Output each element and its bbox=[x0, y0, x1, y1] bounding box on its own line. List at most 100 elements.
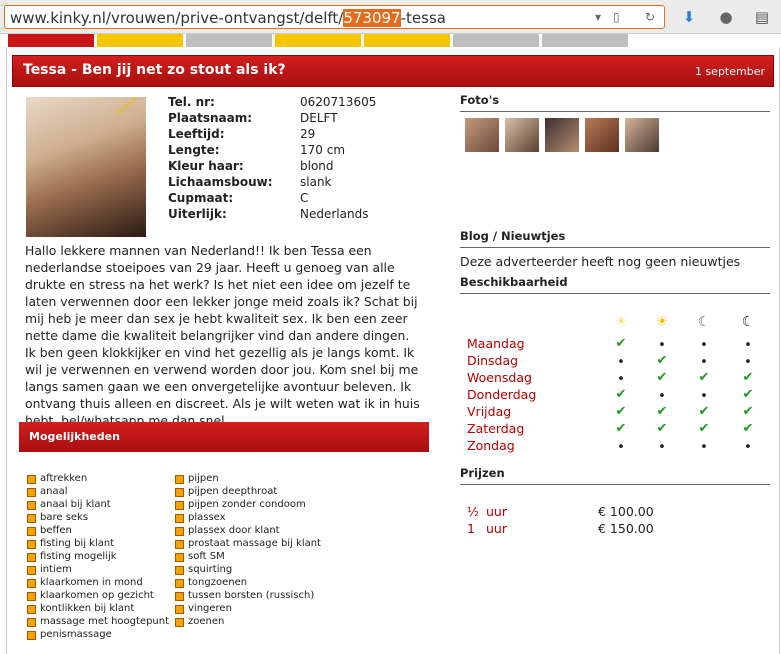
profile-key: Kleur haar: bbox=[168, 159, 244, 173]
mogelijkheid-item: plassex bbox=[174, 511, 321, 524]
mogelijkheid-item: fisting mogelijk bbox=[26, 550, 169, 563]
day-label: Zondag bbox=[467, 438, 515, 453]
thumbnail[interactable] bbox=[505, 118, 539, 152]
available-check-icon: ✔ bbox=[615, 404, 627, 419]
unavailable-dot-icon: • bbox=[617, 355, 625, 370]
category-tab[interactable] bbox=[97, 34, 183, 47]
reload-icon[interactable]: ↻ bbox=[645, 10, 655, 24]
mogelijkheid-item: tussen borsten (russisch) bbox=[174, 589, 321, 602]
profile-row: Lengte: 170 cm bbox=[168, 142, 428, 158]
mogelijkheid-item: massage met hoogtepunt bbox=[26, 615, 169, 628]
download-icon[interactable]: ⬇ bbox=[679, 7, 699, 27]
profile-value: blond bbox=[300, 159, 334, 173]
thumbnail[interactable] bbox=[465, 118, 499, 152]
category-tab[interactable] bbox=[542, 34, 628, 47]
reader-view-icon[interactable]: ▯ bbox=[613, 10, 620, 24]
day-label: Maandag bbox=[467, 336, 525, 351]
profile-key: Lengte: bbox=[168, 143, 220, 157]
unavailable-dot-icon: • bbox=[744, 338, 752, 353]
divider bbox=[460, 484, 770, 485]
day-label: Donderdag bbox=[467, 387, 537, 402]
evening-moon-icon: ☾ bbox=[697, 314, 711, 330]
profile-value: DELFT bbox=[300, 111, 338, 125]
unavailable-dot-icon: • bbox=[658, 338, 666, 353]
mogelijkheid-item: klaarkomen in mond bbox=[26, 576, 169, 589]
mogelijkheid-item: klaarkomen op gezicht bbox=[26, 589, 169, 602]
thumbnail[interactable] bbox=[585, 118, 619, 152]
mogelijkheid-item: tongzoenen bbox=[174, 576, 321, 589]
mogelijkheid-item: fisting bij klant bbox=[26, 537, 169, 550]
mogelijkheid-item: penismassage bbox=[26, 628, 169, 641]
unavailable-dot-icon: • bbox=[617, 440, 625, 455]
price-amount: € 100.00 bbox=[598, 504, 654, 519]
category-tab[interactable] bbox=[186, 34, 272, 47]
available-check-icon: ✔ bbox=[698, 370, 710, 385]
browser-toolbar: www.kinky.nl/vrouwen/prive-ontvangst/del… bbox=[0, 0, 781, 34]
profile-row: Lichaamsbouw: slank bbox=[168, 174, 428, 190]
ad-header: Tessa - Ben jij net zo stout als ik? 1 s… bbox=[12, 55, 774, 87]
unavailable-dot-icon: • bbox=[617, 372, 625, 387]
available-check-icon: ✔ bbox=[742, 421, 754, 436]
profile-row: Uiterlijk: Nederlands bbox=[168, 206, 428, 222]
available-check-icon: ✔ bbox=[656, 404, 668, 419]
price-quantity: 1 bbox=[467, 521, 475, 536]
profile-key: Tel. nr: bbox=[168, 95, 215, 109]
clipboard-icon[interactable]: ▤ bbox=[752, 7, 772, 27]
mogelijkheid-item: anaal bbox=[26, 485, 169, 498]
available-check-icon: ✔ bbox=[698, 421, 710, 436]
available-check-icon: ✔ bbox=[656, 353, 668, 368]
addon-icon[interactable]: ● bbox=[716, 7, 736, 27]
divider bbox=[460, 247, 770, 248]
photos-title: Foto's bbox=[460, 93, 500, 107]
price-unit: uur bbox=[486, 521, 507, 536]
available-check-icon: ✔ bbox=[656, 370, 668, 385]
url-bar[interactable]: www.kinky.nl/vrouwen/prive-ontvangst/del… bbox=[4, 5, 665, 29]
morning-sun-icon: ☀ bbox=[614, 314, 628, 330]
available-check-icon: ✔ bbox=[742, 387, 754, 402]
mogelijkheid-item: plassex door klant bbox=[174, 524, 321, 537]
price-quantity: ½ bbox=[467, 504, 480, 519]
unavailable-dot-icon: • bbox=[700, 338, 708, 353]
unavailable-dot-icon: • bbox=[700, 355, 708, 370]
dropdown-arrow-icon[interactable]: ▾ bbox=[595, 10, 601, 24]
mogelijkheid-item: pijpen bbox=[174, 472, 321, 485]
mogelijkheid-item: soft SM bbox=[174, 550, 321, 563]
unavailable-dot-icon: • bbox=[700, 389, 708, 404]
thumbnail[interactable] bbox=[625, 118, 659, 152]
profile-value: Nederlands bbox=[300, 207, 369, 221]
price-amount: € 150.00 bbox=[598, 521, 654, 536]
mogelijkheid-item: squirting bbox=[174, 563, 321, 576]
category-tab[interactable] bbox=[8, 34, 94, 47]
mogelijkheid-item: aftrekken bbox=[26, 472, 169, 485]
profile-row: Kleur haar: blond bbox=[168, 158, 428, 174]
profile-value: 170 cm bbox=[300, 143, 346, 157]
available-check-icon: ✔ bbox=[742, 370, 754, 385]
day-label: Dinsdag bbox=[467, 353, 519, 368]
profile-value: 0620713605 bbox=[300, 95, 377, 109]
mogelijkheid-item: beffen bbox=[26, 524, 169, 537]
profile-value: 29 bbox=[300, 127, 316, 141]
category-tab[interactable] bbox=[453, 34, 539, 47]
unavailable-dot-icon: • bbox=[658, 440, 666, 455]
mogelijkheden-header: Mogelijkheden bbox=[19, 422, 429, 452]
profile-photo[interactable]: Kinky.nl bbox=[26, 97, 146, 237]
category-tab[interactable] bbox=[364, 34, 450, 47]
url-text: www.kinky.nl/vrouwen/prive-ontvangst/del… bbox=[10, 9, 446, 27]
thumbnail[interactable] bbox=[545, 118, 579, 152]
available-check-icon: ✔ bbox=[615, 336, 627, 351]
description: Hallo lekkere mannen van Nederland!! Ik … bbox=[25, 243, 420, 428]
profile-row: Leeftijd: 29 bbox=[168, 126, 428, 142]
ad-title: Tessa - Ben jij net zo stout als ik? bbox=[23, 62, 286, 78]
profile-key: Uiterlijk: bbox=[168, 207, 227, 221]
divider bbox=[460, 293, 770, 294]
category-tab[interactable] bbox=[275, 34, 361, 47]
availability-title: Beschikbaarheid bbox=[460, 275, 568, 289]
ad-date: 1 september bbox=[694, 65, 765, 78]
profile-info: Tel. nr: 0620713605 Plaatsnaam: DELFT Leefti… bbox=[168, 94, 428, 222]
night-moon-icon: ☾ bbox=[741, 314, 755, 330]
profile-key: Leeftijd: bbox=[168, 127, 225, 141]
mogelijkheid-item: vingeren bbox=[174, 602, 321, 615]
mogelijkheid-item: prostaat massage bij klant bbox=[174, 537, 321, 550]
mogelijkheden-list-1: aftrekken anaal anaal bij klant bare seks be… bbox=[26, 472, 169, 641]
day-label: Woensdag bbox=[467, 370, 532, 385]
